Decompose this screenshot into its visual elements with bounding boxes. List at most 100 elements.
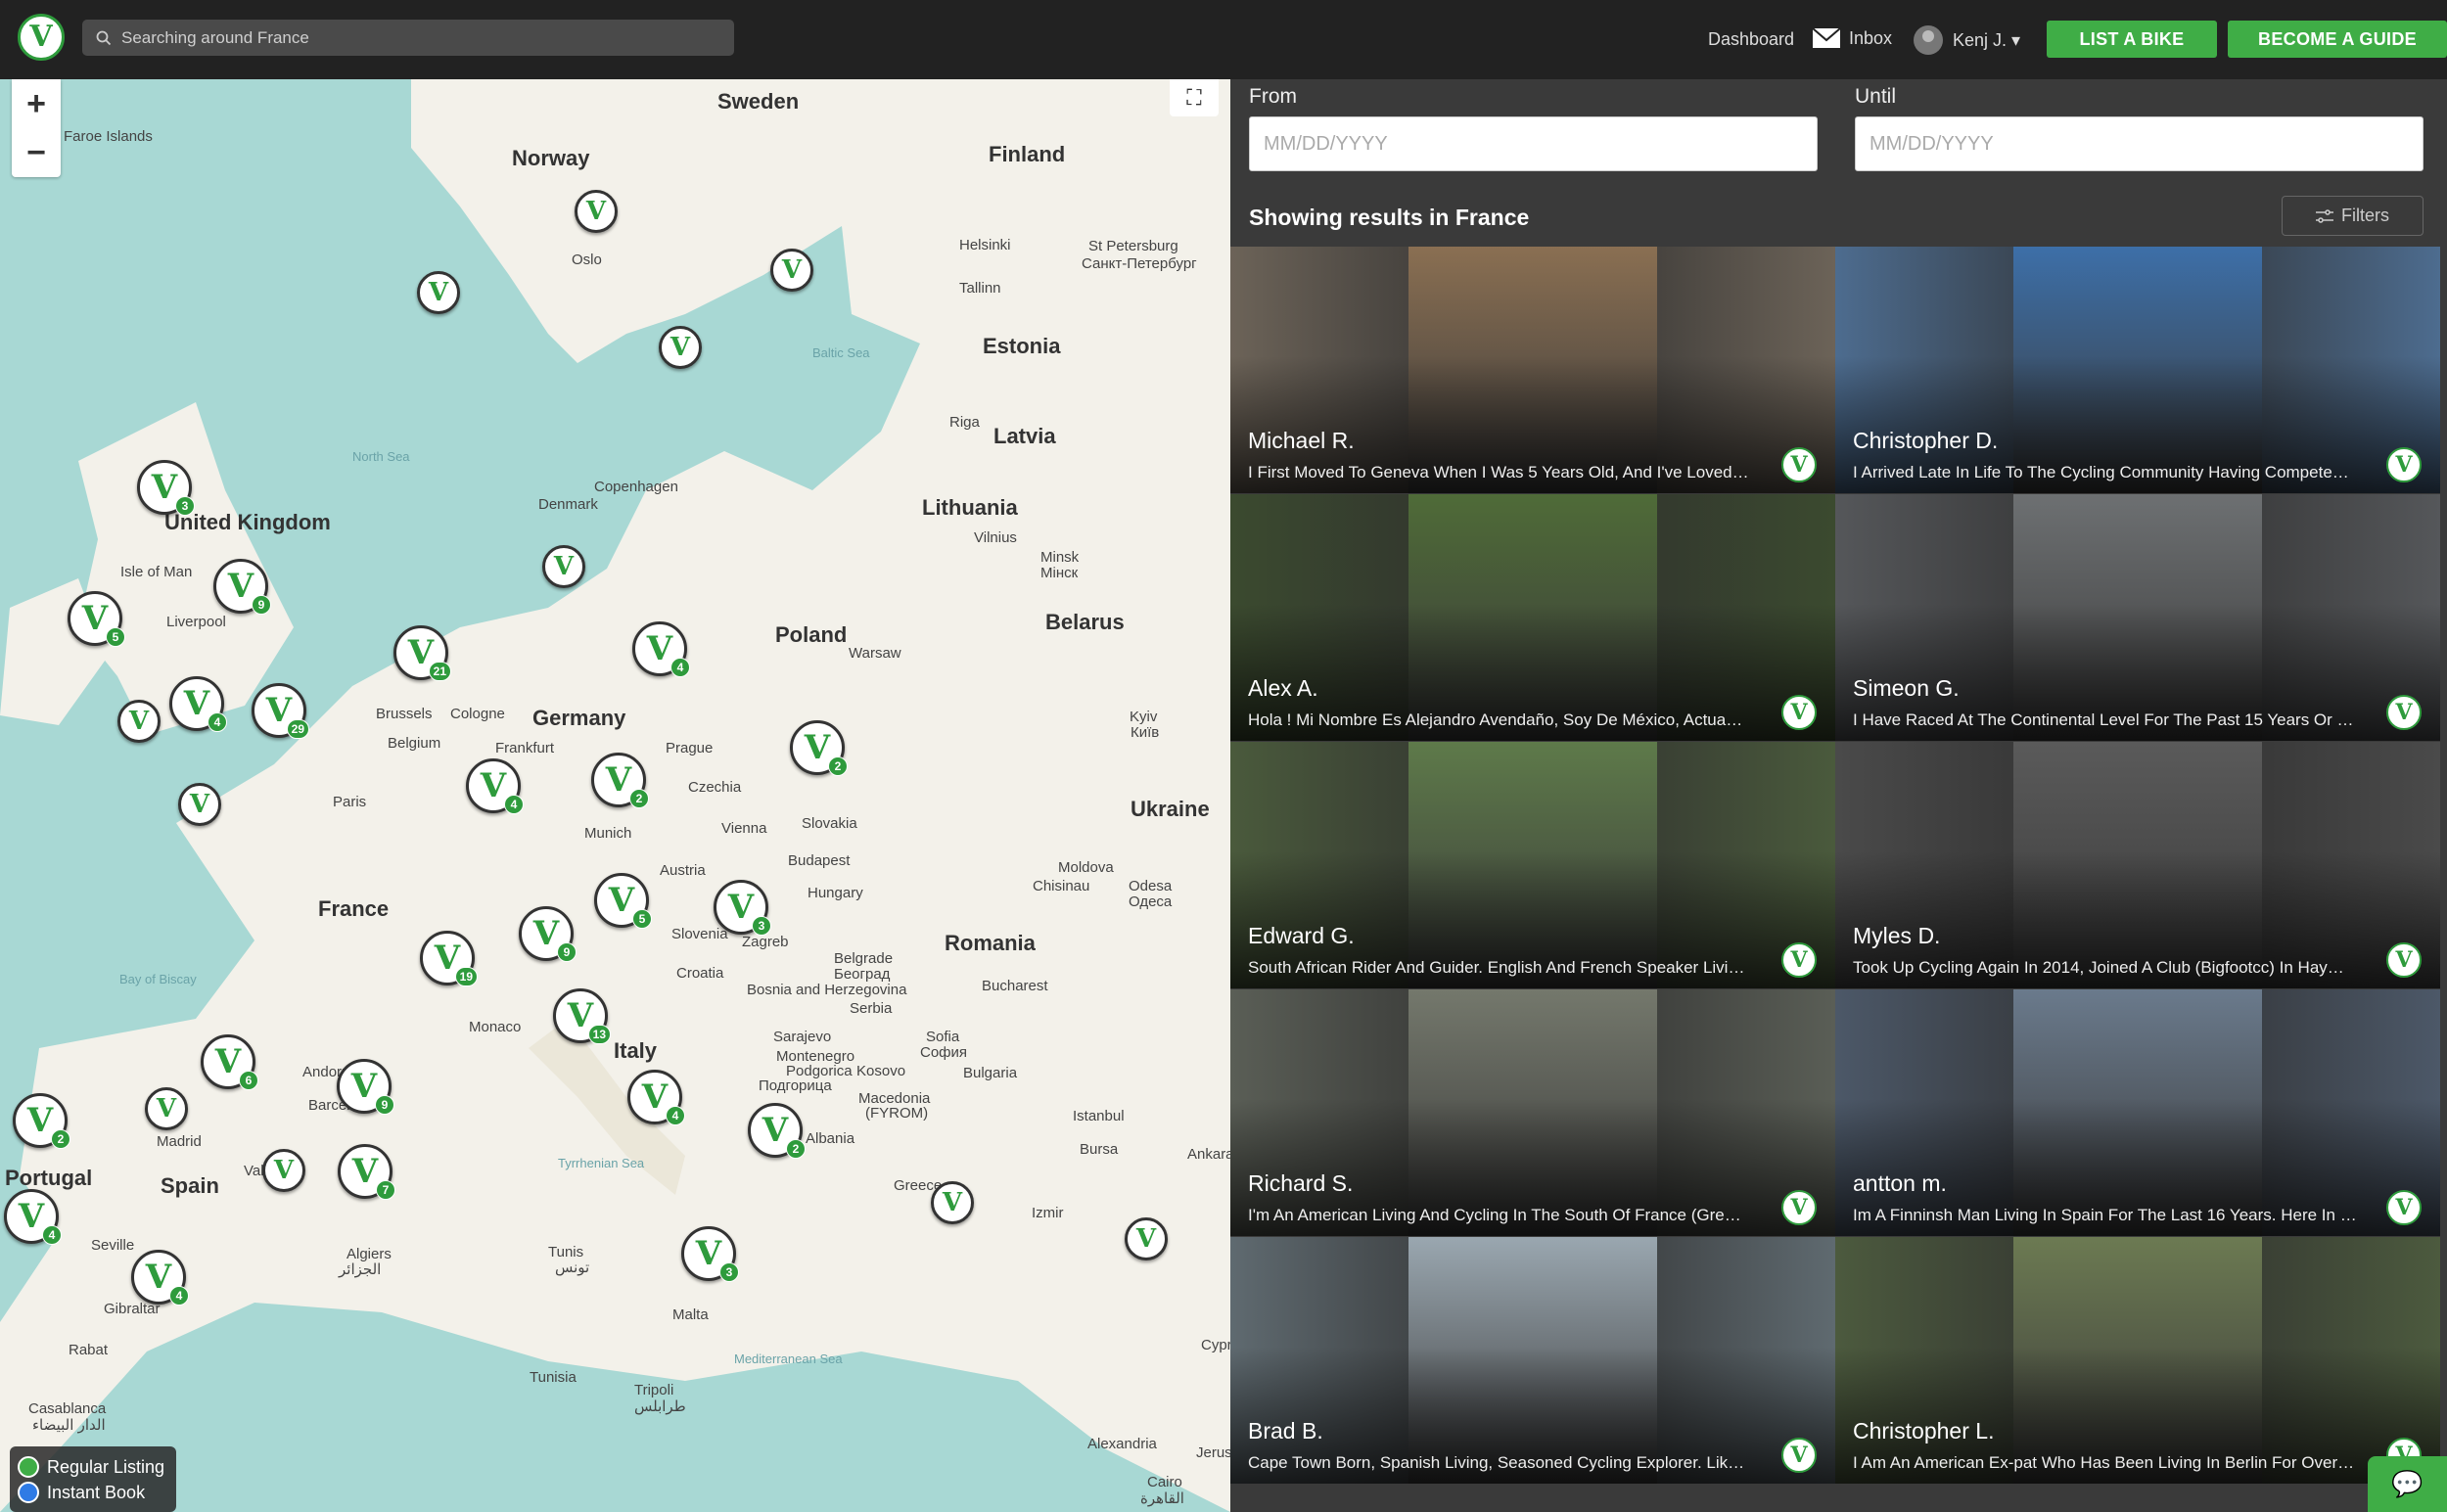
map-marker[interactable]: V7 (338, 1144, 395, 1200)
guide-card[interactable]: Michael R. I First Moved To Geneva When I… (1230, 247, 1835, 493)
search-input[interactable] (121, 27, 709, 48)
list-bike-button[interactable]: LIST A BIKE (2047, 21, 2217, 58)
chat-icon[interactable]: 💬 (2368, 1456, 2447, 1512)
badge-letter: V (2395, 1195, 2413, 1220)
map-label: Belarus (1045, 610, 1125, 634)
marker-count-badge: 2 (828, 756, 848, 776)
map-marker[interactable]: V (542, 545, 585, 588)
map-label: Ankara (1187, 1146, 1230, 1163)
map-marker[interactable]: V4 (131, 1250, 189, 1306)
map-marker[interactable]: V4 (169, 676, 227, 732)
map-label: Monaco (469, 1019, 522, 1035)
map-label: طرابلس (634, 1398, 686, 1415)
search-bar[interactable] (82, 20, 734, 56)
map-marker[interactable]: V5 (68, 591, 125, 647)
map-marker[interactable]: V9 (519, 906, 577, 962)
map-marker[interactable]: V (659, 326, 702, 369)
map-label: Madrid (157, 1133, 202, 1150)
inbox-link[interactable]: Inbox (1812, 27, 1892, 49)
map-marker[interactable]: V2 (748, 1103, 806, 1159)
guide-card[interactable]: Alex A. Hola ! Mi Nombre Es Alejandro Ave… (1230, 494, 1835, 741)
map-label: الجزائر (339, 1261, 382, 1278)
guide-card[interactable]: Myles D. Took Up Cycling Again In 2014, J… (1835, 742, 2440, 988)
map-label: Casablanca (28, 1400, 107, 1417)
dashboard-link[interactable]: Dashboard (1708, 29, 1794, 50)
marker-count-badge: 29 (286, 719, 309, 739)
marker-count-badge: 2 (629, 789, 649, 808)
avatar (1914, 25, 1943, 55)
map-label: Brussels (376, 706, 433, 722)
fullscreen-icon[interactable]: ⛶ (1170, 79, 1219, 116)
until-date-input[interactable] (1855, 116, 2424, 171)
become-guide-button[interactable]: BECOME A GUIDE (2228, 21, 2447, 58)
map-marker[interactable]: V4 (627, 1070, 685, 1125)
guide-description: I Arrived Late In Life To The Cycling Co… (1853, 463, 2349, 481)
map-label: Sofia (926, 1029, 960, 1045)
map-marker[interactable]: V (145, 1087, 188, 1130)
map-marker[interactable]: V2 (13, 1093, 70, 1149)
map-marker[interactable]: V 21 (393, 625, 451, 681)
map-marker[interactable]: V (117, 700, 161, 743)
map-label: Romania (945, 931, 1036, 955)
map-marker[interactable]: V (262, 1149, 305, 1192)
logo[interactable]: V (18, 14, 65, 61)
marker-count-badge: 9 (252, 595, 271, 615)
map-marker[interactable]: V5 (594, 873, 652, 929)
marker-logo-icon: V (804, 728, 831, 767)
guide-card[interactable]: Brad B. Cape Town Born, Spanish Living, S… (1230, 1237, 1835, 1484)
map-marker[interactable]: V3 (681, 1226, 739, 1282)
map-label: Ukraine (1131, 797, 1210, 821)
map-marker[interactable]: V4 (4, 1189, 62, 1245)
map-marker[interactable]: V 13 (553, 988, 611, 1044)
marker-logo-icon: V (480, 766, 507, 805)
user-menu[interactable]: Kenj J. ▾ (1914, 25, 2020, 55)
map-label: Подгорица (759, 1077, 832, 1094)
verified-badge-icon: V (2386, 942, 2422, 978)
map-marker[interactable]: V2 (790, 720, 848, 776)
marker-count-badge: 7 (376, 1180, 395, 1200)
from-date-input[interactable] (1249, 116, 1818, 171)
envelope-icon (1812, 27, 1841, 48)
map-marker[interactable]: V 19 (420, 931, 478, 986)
map[interactable]: + − ⛶ Sweden Norway Finland Faroe Islands Os… (0, 79, 1230, 1512)
guide-card[interactable]: Edward G. South African Rider And Guider.… (1230, 742, 1835, 988)
badge-letter: V (1790, 452, 1808, 478)
map-label: Bucharest (982, 978, 1048, 994)
marker-logo-icon: V (727, 888, 755, 927)
guide-card[interactable]: antton m. Im A Finninsh Man Living In Spa… (1835, 989, 2440, 1236)
map-marker[interactable]: V6 (201, 1034, 258, 1090)
filters-button[interactable]: Filters (2282, 196, 2424, 236)
map-label: North Sea (352, 449, 410, 464)
zoom-in-button[interactable]: + (12, 79, 61, 128)
guide-card[interactable]: Simeon G. I Have Raced At The Continental… (1835, 494, 2440, 741)
map-marker[interactable]: V3 (137, 460, 195, 516)
marker-logo-icon: V (156, 1094, 177, 1123)
map-marker[interactable]: V (178, 783, 221, 826)
legend-regular: Regular Listing (18, 1454, 168, 1480)
verified-badge-icon: V (1781, 942, 1817, 978)
zoom-out-button[interactable]: − (12, 128, 61, 177)
top-bar: V Dashboard Inbox Kenj J. ▾ LIST A BIKE … (0, 0, 2447, 79)
guide-card[interactable]: Richard S. I'm An American Living And Cyc… (1230, 989, 1835, 1236)
map-marker[interactable]: V 29 (252, 683, 309, 739)
map-marker[interactable]: V (931, 1181, 974, 1224)
map-marker[interactable]: V4 (632, 621, 690, 677)
map-label: Malta (672, 1306, 709, 1323)
map-label: الدار البيضاء (32, 1417, 106, 1434)
map-marker[interactable]: V (417, 271, 460, 314)
map-marker[interactable]: V9 (213, 559, 271, 615)
guide-card[interactable]: Christopher L. I Am An American Ex-pat Wh… (1835, 1237, 2440, 1484)
map-marker[interactable]: V3 (714, 880, 771, 936)
marker-count-badge: 4 (169, 1286, 189, 1306)
map-marker[interactable]: V9 (337, 1059, 394, 1115)
map-marker[interactable]: V2 (591, 753, 649, 808)
badge-letter: V (2395, 947, 2413, 973)
map-label: تونس (555, 1260, 590, 1276)
map-marker[interactable]: V4 (466, 758, 524, 814)
instant-dot-icon (18, 1482, 39, 1503)
map-marker[interactable]: V (1125, 1217, 1168, 1260)
map-marker[interactable]: V (770, 249, 813, 292)
map-marker[interactable]: V (575, 190, 618, 233)
guide-card[interactable]: Christopher D. I Arrived Late In Life To … (1835, 247, 2440, 493)
guide-description: Hola ! Mi Nombre Es Alejandro Avendaño, … (1248, 710, 1743, 729)
